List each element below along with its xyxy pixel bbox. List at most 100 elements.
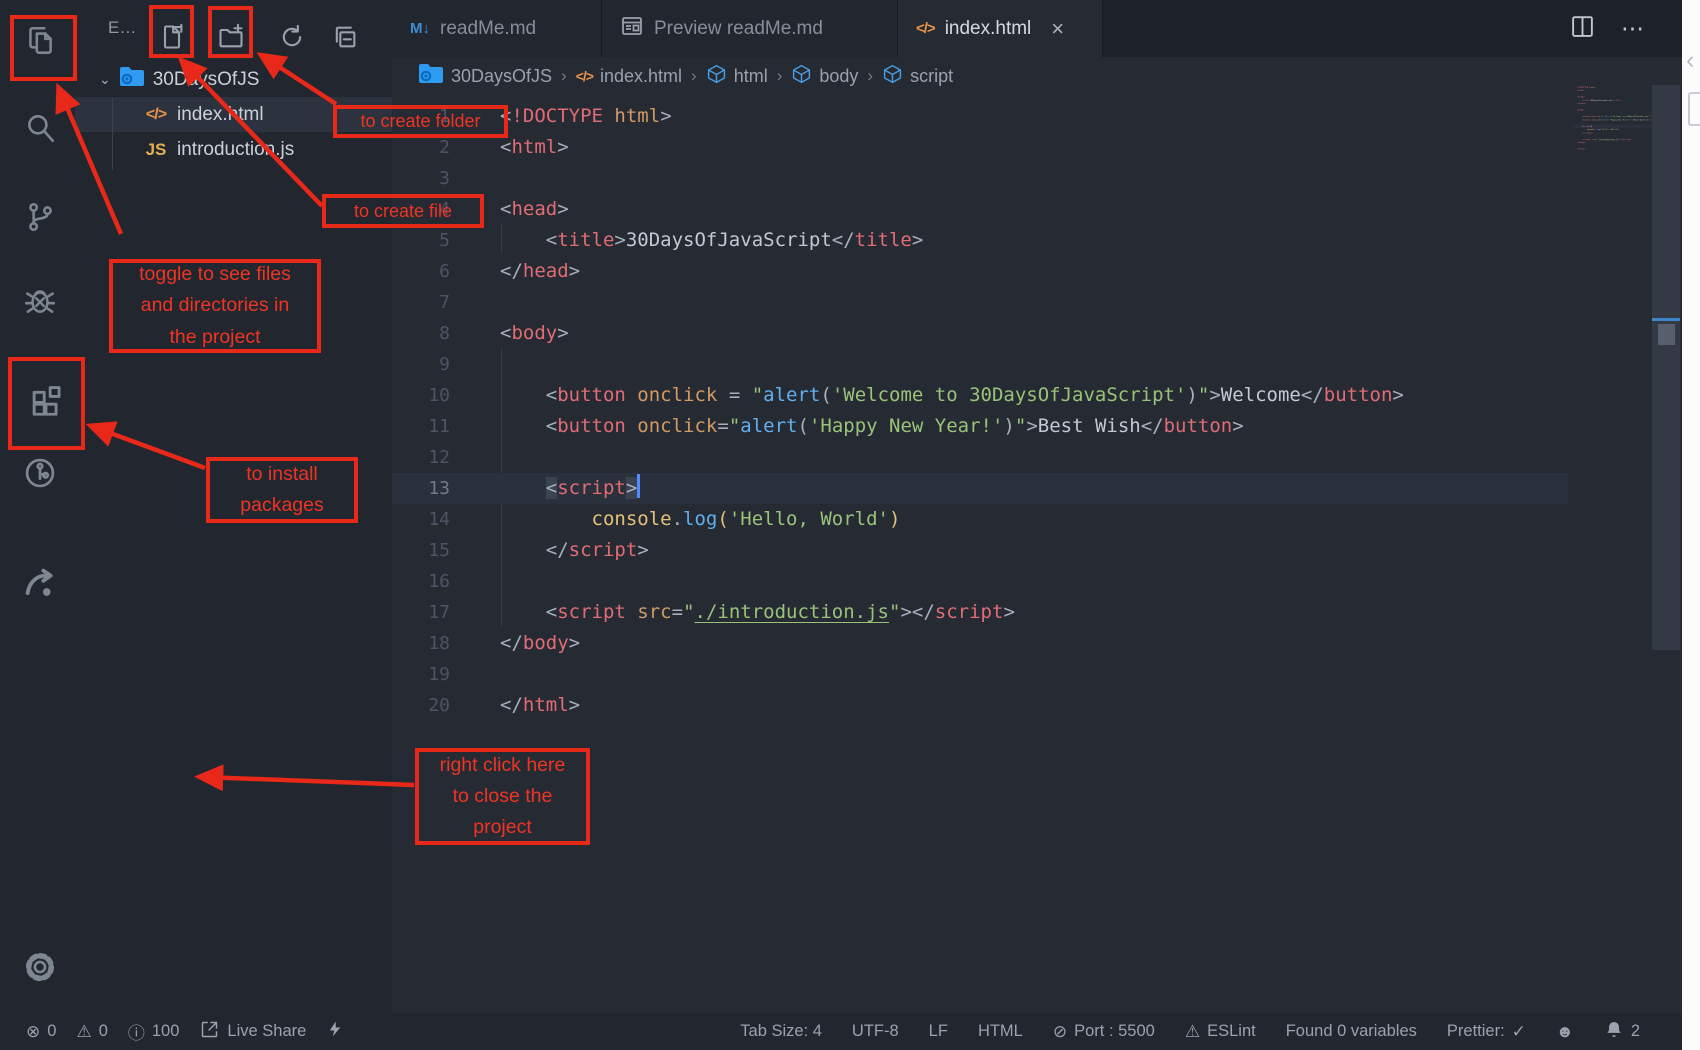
status-live-share[interactable]: Live Share xyxy=(199,1019,306,1045)
share-box-icon xyxy=(199,1019,220,1045)
code-line-17[interactable]: 17 <script src="./introduction.js"></scr… xyxy=(392,597,1682,628)
status-port[interactable]: ⊘Port : 5500 xyxy=(1053,1022,1155,1042)
status-encoding[interactable]: UTF-8 xyxy=(852,1022,899,1041)
code-line-7[interactable]: 7 xyxy=(392,287,1682,318)
breadcrumb-label: 30DaysOfJS xyxy=(451,66,552,87)
breadcrumb-item-body[interactable]: body xyxy=(791,63,858,90)
code-line-5[interactable]: 5 <title>30DaysOfJavaScript</title> xyxy=(392,225,1682,256)
line-content: console.log('Hello, World') xyxy=(450,504,900,535)
line-number: 19 xyxy=(392,659,450,690)
minimap[interactable]: 1<!DOCTYPE html>2<html>34<head>5 <title>… xyxy=(1572,85,1654,157)
refresh-icon[interactable] xyxy=(277,22,307,52)
tab-index.html[interactable]: </>index.html× xyxy=(898,0,1103,57)
overview-cursor-marker xyxy=(1652,318,1680,321)
line-content: <button onclick="alert('Happy New Year!'… xyxy=(450,411,1244,442)
scrollbar-track[interactable] xyxy=(1652,85,1680,650)
status-text: Tab Size: 4 xyxy=(740,1022,822,1041)
status-feedback[interactable]: ☻ xyxy=(1556,1022,1574,1042)
status-text: UTF-8 xyxy=(852,1022,899,1041)
breadcrumb-item-script[interactable]: script xyxy=(882,63,953,90)
status-text: 100 xyxy=(152,1022,180,1041)
line-number: 17 xyxy=(392,597,450,628)
overview-selection-marker xyxy=(1658,324,1675,345)
sidebar-item-run-debug[interactable] xyxy=(14,274,66,326)
code-line-19[interactable]: 19 xyxy=(392,659,1682,690)
page-background-strip: ‹ xyxy=(1682,0,1700,1050)
status-errors[interactable]: ⊗0 xyxy=(26,1022,56,1042)
code-line-13[interactable]: 13 <script> xyxy=(392,473,1682,504)
code-line-11[interactable]: 11 <button onclick="alert('Happy New Yea… xyxy=(392,411,1682,442)
code-line-10[interactable]: 10 <button onclick = "alert('Welcome to … xyxy=(392,380,1682,411)
code-line-20[interactable]: 20</html> xyxy=(392,690,1682,721)
activity-bar xyxy=(0,0,75,1013)
create-file-label: to create file xyxy=(322,194,484,228)
breadcrumb-item-index.html[interactable]: </>index.html xyxy=(576,66,682,87)
sidebar-item-source-control[interactable] xyxy=(14,191,66,243)
collapse-all-icon[interactable] xyxy=(330,22,360,52)
line-number: 9 xyxy=(392,349,450,380)
line-content: <script> xyxy=(450,473,640,504)
sidebar-item-settings[interactable] xyxy=(14,941,66,993)
status-warnings[interactable]: ⚠0 xyxy=(76,1022,107,1042)
code-line-20[interactable]: 20</html> xyxy=(1572,147,1654,150)
file-name: index.html xyxy=(177,104,264,126)
status-text: HTML xyxy=(978,1022,1023,1041)
cube-icon xyxy=(706,63,727,90)
code-line-8[interactable]: 8<body> xyxy=(392,318,1682,349)
line-content xyxy=(450,163,500,194)
line-number: 18 xyxy=(392,628,450,659)
block-icon: ⊘ xyxy=(1053,1022,1067,1042)
breadcrumb-item-html[interactable]: html xyxy=(706,63,768,90)
line-content xyxy=(450,659,500,690)
editor-group: M↓readMe.mdPreview readMe.md</>index.htm… xyxy=(392,0,1682,1013)
warning-icon: ⚠ xyxy=(1185,1022,1200,1042)
code-line-15[interactable]: 15 </script> xyxy=(392,535,1682,566)
code-line-2[interactable]: 2<html> xyxy=(392,132,1682,163)
project-root-row[interactable]: ⌄30DaysOfJS xyxy=(75,62,392,97)
sidebar-item-circle-branch[interactable] xyxy=(14,447,66,499)
info-icon: ⓘ xyxy=(128,1019,145,1044)
sidebar-item-search[interactable] xyxy=(14,102,66,154)
code-line-12[interactable]: 12 xyxy=(392,442,1682,473)
status-notifications[interactable]: 2 xyxy=(1604,1019,1640,1045)
status-lightning[interactable] xyxy=(326,1017,344,1046)
sidebar-item-live-share[interactable] xyxy=(14,557,66,609)
status-language-mode[interactable]: HTML xyxy=(978,1022,1023,1041)
breadcrumb-item-30DaysOfJS[interactable]: 30DaysOfJS xyxy=(418,63,552,90)
status-info[interactable]: ⓘ 100 xyxy=(128,1019,180,1044)
status-prettier[interactable]: Prettier:✓ xyxy=(1447,1022,1526,1042)
line-number: 16 xyxy=(392,566,450,597)
code-line-16[interactable]: 16 xyxy=(392,566,1682,597)
tab-readMe.md[interactable]: M↓readMe.md xyxy=(392,0,602,57)
code-line-14[interactable]: 14 console.log('Hello, World') xyxy=(392,504,1682,535)
status-text: Found 0 variables xyxy=(1286,1022,1417,1041)
status-tab-size[interactable]: Tab Size: 4 xyxy=(740,1022,822,1041)
status-eslint[interactable]: ⚠ESLint xyxy=(1185,1022,1256,1042)
code-area[interactable]: 1<!DOCTYPE html>2<html>34<head>5 <title>… xyxy=(392,95,1682,1013)
code-line-18[interactable]: 18</body> xyxy=(392,628,1682,659)
line-content xyxy=(450,287,500,318)
code-line-6[interactable]: 6</head> xyxy=(392,256,1682,287)
live-share-icon xyxy=(22,565,58,601)
close-icon[interactable]: × xyxy=(1051,18,1064,40)
code-line-1[interactable]: 1<!DOCTYPE html> xyxy=(392,101,1682,132)
code-line-4[interactable]: 4<head> xyxy=(392,194,1682,225)
line-number: 7 xyxy=(392,287,450,318)
new-folder-highlight-box xyxy=(208,6,253,58)
html-code-icon: </> xyxy=(916,20,935,37)
status-eol[interactable]: LF xyxy=(929,1022,948,1041)
line-number: 12 xyxy=(392,442,450,473)
tab-Preview readMe.md[interactable]: Preview readMe.md xyxy=(602,0,898,57)
new-file-highlight-box xyxy=(149,5,194,58)
code-line-9[interactable]: 9 xyxy=(392,349,1682,380)
project-name: 30DaysOfJS xyxy=(153,69,260,91)
lightning-icon xyxy=(326,1017,344,1046)
status-variables[interactable]: Found 0 variables xyxy=(1286,1022,1417,1041)
explorer-highlight-box xyxy=(10,15,77,81)
line-content: </head> xyxy=(450,256,580,287)
more-actions-icon[interactable]: ⋯ xyxy=(1621,15,1646,42)
line-number: 5 xyxy=(392,225,450,256)
line-content: </script> xyxy=(450,535,649,566)
code-line-3[interactable]: 3 xyxy=(392,163,1682,194)
split-editor-icon[interactable] xyxy=(1570,14,1595,44)
